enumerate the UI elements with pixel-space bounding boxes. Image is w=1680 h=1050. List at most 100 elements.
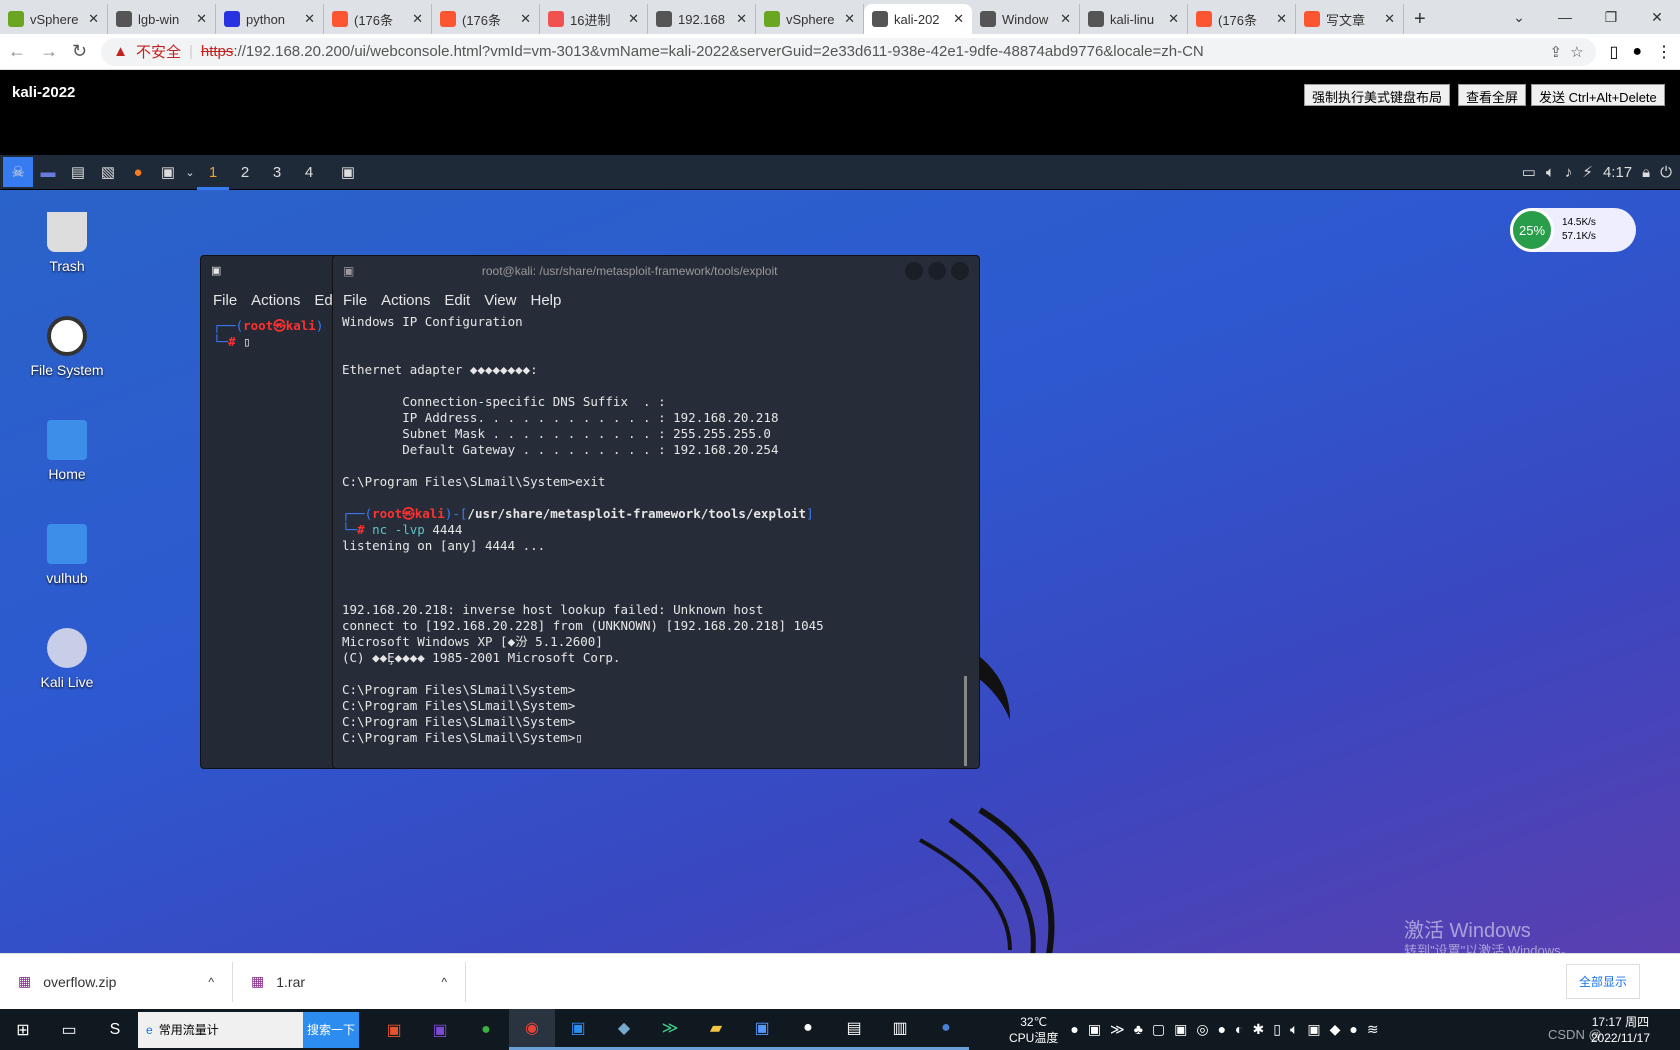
security-label[interactable]: 不安全 [136,41,181,62]
windows-start-icon[interactable]: ⊞ [0,1009,46,1050]
network-speed-widget[interactable]: 25% 14.5K/s 57.1K/s [1510,208,1636,252]
browser-icon[interactable]: ● [463,1009,509,1050]
close-icon[interactable]: ✕ [196,11,207,27]
text-editor-icon[interactable]: ▧ [93,157,123,187]
file-explorer-icon[interactable]: ▰ [693,1009,739,1050]
workspace-4[interactable]: 4 [293,155,325,190]
menu-file[interactable]: File [213,292,237,309]
tab[interactable]: (176条 ✕ [432,4,540,34]
workspace-1[interactable]: 1 [197,155,229,190]
back-icon[interactable]: ← [8,41,26,62]
tab[interactable]: Window ✕ [972,4,1080,34]
new-tab-button[interactable]: + [1404,4,1436,34]
download-item[interactable]: ▦ overflow.zip ^ [0,961,233,1002]
bell-icon[interactable]: ♪ [1565,164,1573,181]
tab-search-icon[interactable]: ⌄ [1496,9,1542,26]
lock-icon[interactable]: 🔒︎ [1642,164,1650,181]
download-item[interactable]: ▦ 1.rar ^ [233,961,466,1002]
menu-view[interactable]: View [484,292,516,309]
chevron-up-icon[interactable]: ^ [208,975,214,989]
close-icon[interactable]: ✕ [88,11,99,27]
tab[interactable]: kali-202 ✕ [864,4,972,34]
close-icon[interactable]: ✕ [844,11,855,27]
kali-menu-icon[interactable]: ☠ [3,157,33,187]
app-icon[interactable]: ▣ [417,1009,463,1050]
terminal-output[interactable]: Windows IP Configuration Ethernet adapte… [333,314,979,746]
close-icon[interactable]: ✕ [1060,11,1071,27]
star-icon[interactable]: ☆ [1570,43,1583,61]
tab[interactable]: lgb-win ✕ [108,4,216,34]
close-icon[interactable]: ✕ [1276,11,1287,27]
minimize-icon[interactable]: — [1542,9,1588,25]
tab[interactable]: (176条 ✕ [1188,4,1296,34]
app-icon[interactable]: ▥ [877,1009,923,1050]
menu-icon[interactable]: ⋮ [1656,42,1672,62]
close-icon[interactable]: ✕ [953,11,964,27]
menu-file[interactable]: File [343,292,367,309]
terminal-window[interactable]: ▣ root@kali: /usr/share/metasploit-frame… [332,255,980,769]
system-tray[interactable]: ● ▣ ≫ ♣ ▢ ▣ ◎ ● ◐ ✱ ▯ 🔈︎ ▣ ◆ ● ≋ [1070,1021,1378,1038]
menu-actions[interactable]: Actions [381,292,430,309]
tab[interactable]: vSphere ✕ [756,4,864,34]
app-icon[interactable]: ▣ [555,1009,601,1050]
tab[interactable]: vSphere ✕ [0,4,108,34]
app-icon[interactable]: ● [785,1009,831,1050]
show-desktop-icon[interactable]: ▬ [33,157,63,187]
tab[interactable]: 192.168 ✕ [648,4,756,34]
app-icon[interactable]: S [92,1009,138,1050]
office-icon[interactable]: ▣ [371,1009,417,1050]
scrollbar[interactable] [964,676,967,766]
app-icon[interactable]: ▣ [739,1009,785,1050]
chevron-down-icon[interactable]: ⌄ [183,157,197,187]
terminal-icon[interactable]: ▣ [153,157,183,187]
app-icon[interactable]: ◆ [601,1009,647,1050]
logout-icon[interactable]: ⏻ [1660,164,1672,181]
app-icon[interactable]: ≫ [647,1009,693,1050]
close-icon[interactable]: ✕ [628,11,639,27]
desktop-icon-vulhub[interactable]: vulhub [12,524,122,586]
tab[interactable]: kali-linu ✕ [1080,4,1188,34]
url-input[interactable]: ▲ 不安全 | https://192.168.20.200/ui/webcon… [101,37,1596,66]
task-view-icon[interactable]: ▭ [46,1009,92,1050]
close-icon[interactable]: ✕ [1634,9,1680,26]
terminal-window-task-icon[interactable]: ▣ [333,157,363,187]
tab[interactable]: python ✕ [216,4,324,34]
reload-icon[interactable]: ↻ [72,41,87,62]
minimize-button[interactable] [905,262,923,280]
desktop-icon-home[interactable]: Home [12,420,122,482]
profile-icon[interactable]: ● [1632,43,1642,61]
app-icon[interactable]: ▤ [831,1009,877,1050]
firefox-icon[interactable]: ● [123,157,153,187]
sidebar-icon[interactable]: ▯ [1610,42,1619,62]
close-icon[interactable]: ✕ [1384,11,1395,27]
workspace-2[interactable]: 2 [229,155,261,190]
workspace-3[interactable]: 3 [261,155,293,190]
close-icon[interactable]: ✕ [1168,11,1179,27]
send-ctrl-alt-del-button[interactable]: 发送 Ctrl+Alt+Delete [1531,84,1665,106]
menu-edit[interactable]: Edit [444,292,470,309]
clock[interactable]: 4:17 [1603,164,1632,181]
desktop-icon-file-system[interactable]: File System [12,316,122,378]
menu-actions[interactable]: Actions [251,292,300,309]
maximize-button[interactable] [928,262,946,280]
forward-icon[interactable]: → [40,41,58,62]
chrome-icon[interactable]: ◉ [509,1009,555,1050]
volume-icon[interactable]: 🔈︎ [1546,164,1555,181]
chevron-up-icon[interactable]: ^ [441,975,447,989]
tab[interactable]: (176条 ✕ [324,4,432,34]
close-icon[interactable]: ✕ [412,11,423,27]
share-icon[interactable]: ⇪ [1549,43,1562,61]
close-icon[interactable]: ✕ [736,11,747,27]
desktop-icon-kali-live[interactable]: Kali Live [12,628,122,690]
tab[interactable]: 写文章 ✕ [1296,4,1404,34]
show-all-downloads-button[interactable]: 全部显示 [1565,964,1640,999]
menu-help[interactable]: Help [530,292,561,309]
close-icon[interactable]: ✕ [304,11,315,27]
close-icon[interactable]: ✕ [520,11,531,27]
close-button[interactable] [951,262,969,280]
restore-icon[interactable]: ❐ [1588,9,1634,26]
pdf-icon[interactable]: ● [923,1009,969,1050]
fullscreen-button[interactable]: 查看全屏 [1458,84,1527,106]
power-manager-icon[interactable]: ⚡︎ [1582,163,1593,181]
force-us-keyboard-button[interactable]: 强制执行美式键盘布局 [1304,84,1451,106]
